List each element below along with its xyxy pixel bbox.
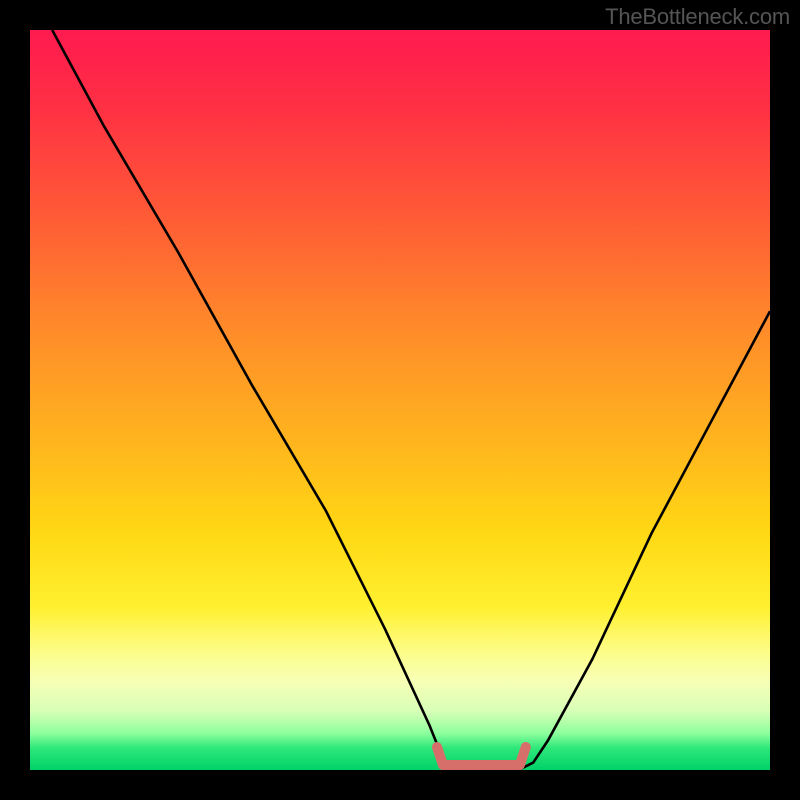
watermark-text: TheBottleneck.com xyxy=(605,4,790,30)
plot-area xyxy=(30,30,770,770)
chart-frame: TheBottleneck.com xyxy=(0,0,800,800)
valley-marker xyxy=(30,30,770,770)
valley-path xyxy=(437,747,526,765)
